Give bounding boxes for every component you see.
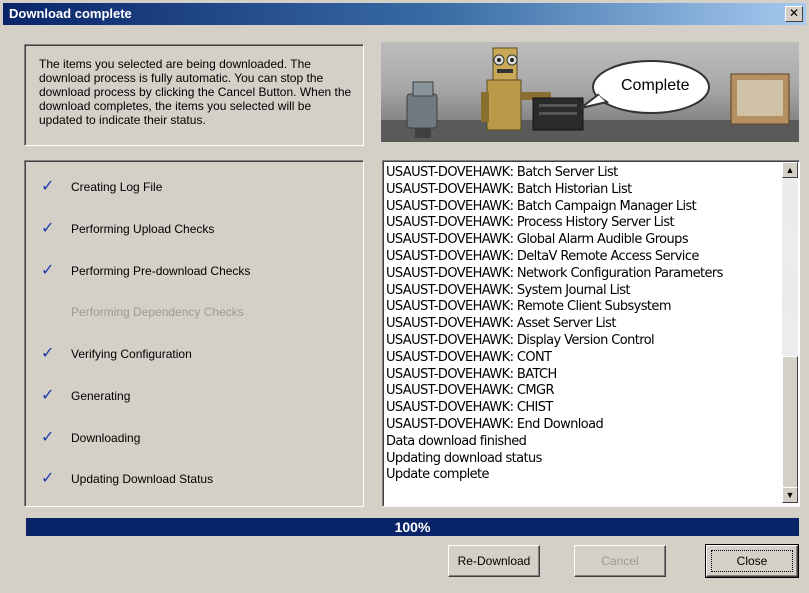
step-updating-download-status: ✓ Updating Download Status (41, 470, 351, 488)
cancel-button[interactable]: Cancel (574, 545, 666, 577)
window-title: Download complete (9, 6, 132, 21)
log-line: USAUST-DOVEHAWK: Display Version Control (386, 332, 655, 348)
log-line: USAUST-DOVEHAWK: Asset Server List (386, 316, 616, 332)
download-progress-bar: 100% (26, 518, 799, 536)
download-complete-dialog: Download complete ✕ The items you select… (0, 0, 809, 593)
vertical-scrollbar[interactable]: ▲ ▼ (782, 162, 798, 503)
checkmark-icon: ✓ (41, 387, 55, 404)
log-line: Updating download status (386, 450, 542, 466)
log-line: USAUST-DOVEHAWK: CHIST (386, 400, 553, 416)
step-label: Creating Log File (71, 180, 163, 194)
step-generating: ✓ Generating (41, 387, 351, 405)
log-line: USAUST-DOVEHAWK: CMGR (386, 383, 554, 399)
step-downloading: ✓ Downloading (41, 429, 351, 447)
step-pre-download-checks: ✓ Performing Pre-download Checks (41, 262, 351, 280)
log-line: USAUST-DOVEHAWK: Batch Server List (386, 165, 618, 180)
step-label: Verifying Configuration (71, 347, 192, 361)
log-line: USAUST-DOVEHAWK: BATCH (386, 366, 557, 382)
log-line: USAUST-DOVEHAWK: Batch Historian List (386, 181, 632, 197)
checkmark-icon: ✓ (41, 178, 55, 195)
log-line: USAUST-DOVEHAWK: Remote Client Subsystem (386, 299, 671, 315)
checkmark-icon: ✓ (41, 345, 55, 362)
step-label: Performing Dependency Checks (71, 305, 244, 319)
title-bar: Download complete ✕ (3, 3, 806, 25)
step-verifying-configuration: ✓ Verifying Configuration (41, 345, 351, 363)
step-upload-checks: ✓ Performing Upload Checks (41, 220, 351, 238)
log-line: USAUST-DOVEHAWK: System Journal List (386, 282, 631, 298)
bubble-text: Complete (621, 77, 690, 94)
focus-rectangle (711, 550, 793, 572)
intro-text: The items you selected are being downloa… (39, 57, 352, 127)
step-label: Updating Download Status (71, 472, 214, 486)
log-line: USAUST-DOVEHAWK: DeltaV Remote Access Se… (386, 248, 699, 264)
log-lines: USAUST-DOVEHAWK: Batch Server List USAUS… (386, 164, 776, 483)
scroll-down-arrow-icon[interactable]: ▼ (782, 487, 798, 503)
log-line: USAUST-DOVEHAWK: Network Configuration P… (386, 265, 723, 281)
download-log-list[interactable]: USAUST-DOVEHAWK: Batch Server List USAUS… (382, 160, 800, 507)
checkmark-icon: ✓ (41, 470, 55, 487)
intro-panel: The items you selected are being downloa… (24, 44, 364, 146)
robot-illustration (381, 47, 799, 142)
step-label: Performing Pre-download Checks (71, 264, 251, 278)
checkmark-icon: ✓ (41, 220, 55, 237)
step-label: Downloading (71, 431, 141, 445)
redownload-button[interactable]: Re-Download (448, 545, 540, 577)
log-line: Data download finished (386, 433, 527, 449)
log-line: USAUST-DOVEHAWK: Global Alarm Audible Gr… (386, 232, 689, 248)
scroll-up-arrow-icon[interactable]: ▲ (782, 162, 798, 178)
close-window-button[interactable]: ✕ (785, 6, 803, 22)
scrollbar-thumb[interactable] (782, 356, 798, 488)
step-label: Generating (71, 389, 131, 403)
log-line: Update complete (386, 467, 490, 483)
status-banner-illustration: Complete (381, 42, 799, 142)
checkmark-icon: ✓ (41, 429, 55, 446)
log-line: USAUST-DOVEHAWK: CONT (386, 349, 552, 365)
step-label: Performing Upload Checks (71, 222, 215, 236)
log-line: USAUST-DOVEHAWK: End Download (386, 416, 604, 432)
log-line: USAUST-DOVEHAWK: Process History Server … (386, 215, 675, 231)
close-button[interactable]: Close (705, 544, 799, 578)
checkmark-icon: ✓ (41, 262, 55, 279)
log-line: USAUST-DOVEHAWK: Batch Campaign Manager … (386, 198, 697, 214)
step-creating-log-file: ✓ Creating Log File (41, 178, 351, 196)
steps-panel: ✓ Creating Log File ✓ Performing Upload … (24, 160, 364, 507)
progress-percent: 100% (394, 519, 431, 535)
step-dependency-checks: Performing Dependency Checks (41, 303, 351, 321)
